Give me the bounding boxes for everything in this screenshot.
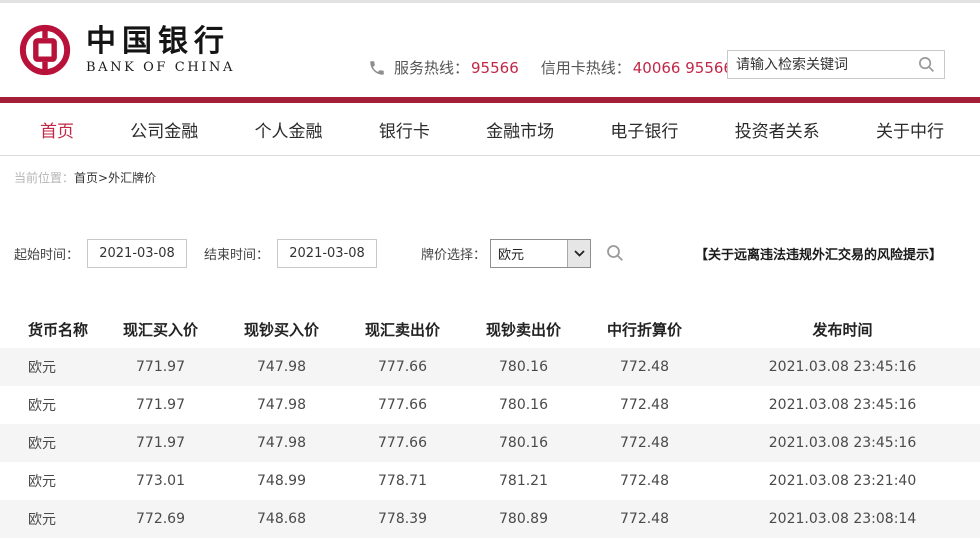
nav-item-bank-card[interactable]: 银行卡 [379,117,430,142]
cell-release-time: 2021.03.08 23:45:16 [705,386,980,424]
cell-currency: 欧元 [0,386,100,424]
rate-type-label: 牌价选择： [421,244,486,263]
cell-buying-rate: 771.97 [100,386,221,424]
start-date-label: 起始时间： [14,244,79,263]
cell-cash-selling-rate: 780.16 [463,386,584,424]
nav-item-investor-relations[interactable]: 投资者关系 [735,117,820,142]
logo-chinese-name: 中国银行 [86,25,235,58]
cell-conversion-rate: 772.48 [584,424,705,462]
cell-conversion-rate: 772.48 [584,348,705,386]
phone-icon [368,59,386,77]
cell-buying-rate: 773.01 [100,462,221,500]
table-row: 欧元 771.97 747.98 777.66 780.16 772.48 20… [0,386,980,424]
col-cash-buying-rate: 现钞买入价 [221,310,342,348]
col-release-time: 发布时间 [705,310,980,348]
cell-release-time: 2021.03.08 23:45:16 [705,348,980,386]
cell-cash-buying-rate: 748.99 [221,462,342,500]
filter-bar: 起始时间： 结束时间： 牌价选择： 欧元 【关于远离违法违规外汇交易的风险提示】 [0,238,980,268]
cell-buying-rate: 771.97 [100,348,221,386]
credit-hotline-number: 40066 95566 [633,59,733,77]
logo-english-name: BANK OF CHINA [86,60,235,75]
search-icon[interactable] [918,56,935,73]
boc-emblem-icon [18,23,72,77]
cell-currency: 欧元 [0,424,100,462]
cell-release-time: 2021.03.08 23:21:40 [705,462,980,500]
cell-selling-rate: 777.66 [342,348,463,386]
search-input[interactable] [728,57,918,73]
cell-cash-buying-rate: 747.98 [221,424,342,462]
cell-selling-rate: 778.71 [342,462,463,500]
service-hotline-number: 95566 [471,59,519,77]
query-search-icon[interactable] [606,244,624,262]
cell-cash-buying-rate: 747.98 [221,386,342,424]
col-boc-conversion-rate: 中行折算价 [584,310,705,348]
col-currency-name: 货币名称 [0,310,100,348]
cell-cash-buying-rate: 747.98 [221,348,342,386]
fx-rates-table: 货币名称 现汇买入价 现钞买入价 现汇卖出价 现钞卖出价 中行折算价 发布时间 … [0,310,980,538]
cell-currency: 欧元 [0,462,100,500]
logo-text: 中国银行 BANK OF CHINA [86,25,235,75]
credit-hotline-label: 信用卡热线： [541,57,631,78]
table-row: 欧元 771.97 747.98 777.66 780.16 772.48 20… [0,348,980,386]
breadcrumb-label: 当前位置： [14,171,74,185]
risk-notice-link[interactable]: 【关于远离违法违规外汇交易的风险提示】 [695,244,942,263]
start-date-input[interactable] [87,239,187,268]
breadcrumb-path[interactable]: 首页>外汇牌价 [74,171,156,185]
table-row: 欧元 772.69 748.68 778.39 780.89 772.48 20… [0,500,980,538]
cell-conversion-rate: 772.48 [584,386,705,424]
nav-item-corporate-banking[interactable]: 公司金融 [130,117,198,142]
nav-item-about-boc[interactable]: 关于中行 [876,117,944,142]
end-date-input[interactable] [277,239,377,268]
cell-release-time: 2021.03.08 23:45:16 [705,424,980,462]
cell-conversion-rate: 772.48 [584,500,705,538]
cell-currency: 欧元 [0,500,100,538]
boc-fx-page: 中国银行 BANK OF CHINA 服务热线： 95566 信用卡热线： 40… [0,0,980,540]
cell-selling-rate: 778.39 [342,500,463,538]
table-header-row: 货币名称 现汇买入价 现钞买入价 现汇卖出价 现钞卖出价 中行折算价 发布时间 [0,310,980,348]
cell-currency: 欧元 [0,348,100,386]
cell-cash-selling-rate: 780.16 [463,348,584,386]
hotline-bar: 服务热线： 95566 信用卡热线： 40066 95566 [368,57,733,78]
rate-type-selected-value: 欧元 [491,240,567,267]
main-nav: 首页 公司金融 个人金融 银行卡 金融市场 电子银行 投资者关系 关于中行 [0,103,980,156]
chevron-down-icon [574,250,585,257]
nav-item-personal-banking[interactable]: 个人金融 [255,117,323,142]
nav-item-financial-markets[interactable]: 金融市场 [486,117,554,142]
cell-selling-rate: 777.66 [342,424,463,462]
cell-buying-rate: 772.69 [100,500,221,538]
col-cash-selling-rate: 现钞卖出价 [463,310,584,348]
col-buying-rate: 现汇买入价 [100,310,221,348]
cell-cash-selling-rate: 781.21 [463,462,584,500]
breadcrumb: 当前位置：首页>外汇牌价 [0,156,980,192]
cell-cash-selling-rate: 780.89 [463,500,584,538]
site-search-box [727,50,945,79]
header: 中国银行 BANK OF CHINA 服务热线： 95566 信用卡热线： 40… [0,3,980,97]
cell-release-time: 2021.03.08 23:08:14 [705,500,980,538]
col-selling-rate: 现汇卖出价 [342,310,463,348]
boc-logo[interactable]: 中国银行 BANK OF CHINA [18,23,235,77]
cell-buying-rate: 771.97 [100,424,221,462]
cell-cash-buying-rate: 748.68 [221,500,342,538]
nav-item-e-banking[interactable]: 电子银行 [610,117,678,142]
select-dropdown-button[interactable] [567,240,590,267]
cell-conversion-rate: 772.48 [584,462,705,500]
cell-cash-selling-rate: 780.16 [463,424,584,462]
service-hotline-label: 服务热线： [394,57,469,78]
table-row: 欧元 771.97 747.98 777.66 780.16 772.48 20… [0,424,980,462]
end-date-label: 结束时间： [204,244,269,263]
cell-selling-rate: 777.66 [342,386,463,424]
rate-type-select[interactable]: 欧元 [490,239,591,268]
table-row: 欧元 773.01 748.99 778.71 781.21 772.48 20… [0,462,980,500]
nav-item-home[interactable]: 首页 [40,117,74,142]
